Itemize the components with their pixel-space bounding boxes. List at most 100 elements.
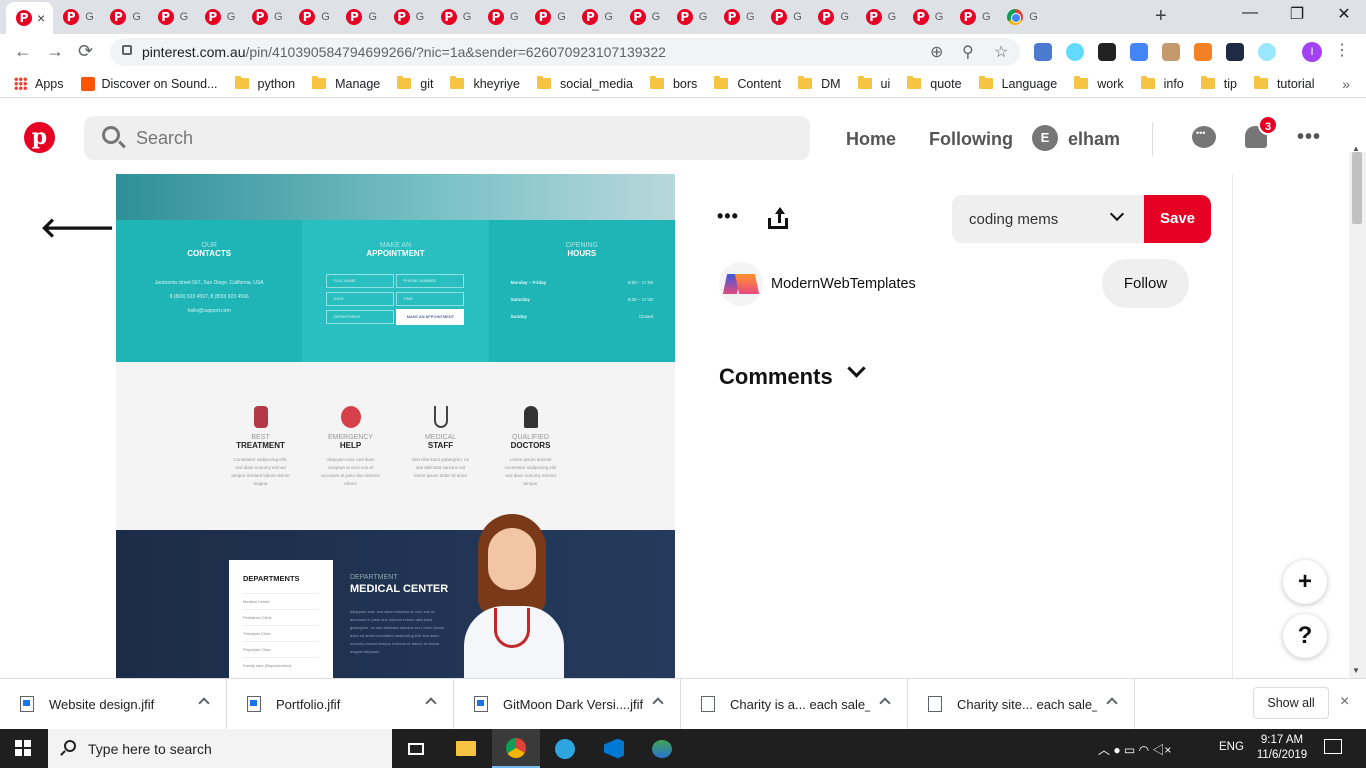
creator-avatar[interactable] bbox=[719, 262, 763, 306]
share-icon[interactable] bbox=[767, 207, 789, 231]
bookmark-item[interactable]: tip bbox=[1200, 76, 1237, 91]
pinterest-search-bar[interactable] bbox=[84, 116, 810, 160]
bookmark-item[interactable]: kheyriye bbox=[450, 76, 520, 91]
windows-start-icon[interactable] bbox=[15, 740, 31, 756]
bookmark-item[interactable]: Manage bbox=[312, 76, 380, 91]
tab-close-icon[interactable]: × bbox=[37, 10, 45, 26]
bookmark-star-icon[interactable]: ☆ bbox=[994, 42, 1008, 62]
bookmark-item[interactable]: Content bbox=[714, 76, 781, 91]
reload-icon[interactable]: ⟳ bbox=[78, 41, 93, 62]
pin-image[interactable]: OUR CONTACTS Jacksonia street 567, San D… bbox=[116, 174, 675, 678]
forward-arrow-icon[interactable]: → bbox=[46, 41, 64, 62]
notification-center-icon[interactable] bbox=[1324, 739, 1342, 754]
bookmark-item[interactable]: ui bbox=[857, 76, 890, 91]
tab[interactable]: PG bbox=[572, 5, 619, 29]
telegram-icon[interactable] bbox=[541, 729, 589, 768]
user-name[interactable]: elham bbox=[1068, 129, 1120, 150]
file-explorer-icon[interactable] bbox=[442, 729, 490, 768]
close-icon[interactable]: × bbox=[1340, 693, 1349, 711]
creator-name[interactable]: ModernWebTemplates bbox=[771, 276, 916, 292]
tab[interactable]: PG bbox=[336, 5, 383, 29]
chevron-up-icon[interactable] bbox=[425, 697, 437, 709]
board-select-dropdown[interactable]: coding mems bbox=[952, 195, 1146, 243]
download-item[interactable]: Charity site... each sale_ bbox=[908, 679, 1135, 729]
tab[interactable]: PG bbox=[808, 5, 855, 29]
tab[interactable]: PG bbox=[431, 5, 478, 29]
react-devtools-icon[interactable] bbox=[1066, 43, 1084, 61]
scroll-down-arrow-icon[interactable]: ▼ bbox=[1352, 666, 1360, 675]
nav-home[interactable]: Home bbox=[846, 129, 896, 150]
input-language[interactable]: ENG bbox=[1219, 741, 1244, 753]
bookmark-item[interactable]: work bbox=[1074, 76, 1124, 91]
tab[interactable]: PG bbox=[53, 5, 100, 29]
bookmark-item[interactable]: DM bbox=[798, 76, 841, 91]
tab[interactable]: PG bbox=[289, 5, 336, 29]
add-pin-button[interactable]: + bbox=[1283, 560, 1327, 604]
clock[interactable]: 9:17 AM 11/6/2019 bbox=[1250, 733, 1314, 763]
download-item[interactable]: Charity is a... each sale_ bbox=[681, 679, 908, 729]
tab[interactable]: PG bbox=[242, 5, 289, 29]
tab[interactable]: PG bbox=[525, 5, 572, 29]
bookmark-item[interactable]: python bbox=[234, 76, 295, 91]
page-scrollbar[interactable] bbox=[1349, 152, 1366, 678]
download-item[interactable]: GitMoon Dark Versi....jfif bbox=[454, 679, 681, 729]
tab[interactable]: PG bbox=[100, 5, 147, 29]
vscode-icon[interactable] bbox=[590, 729, 638, 768]
react-icon[interactable] bbox=[1258, 43, 1276, 61]
taskbar-search[interactable]: Type here to search bbox=[48, 729, 392, 768]
extension-dark-icon[interactable] bbox=[1226, 43, 1244, 61]
scrollbar-thumb[interactable] bbox=[1352, 152, 1362, 224]
download-item[interactable]: Website design.jfif bbox=[0, 679, 227, 729]
bookmark-item[interactable]: info bbox=[1140, 76, 1184, 91]
chevron-up-icon[interactable] bbox=[652, 697, 664, 709]
bookmark-item[interactable]: Apps bbox=[14, 77, 64, 91]
profile-avatar[interactable]: I bbox=[1302, 42, 1322, 62]
chevron-up-icon[interactable] bbox=[198, 697, 210, 709]
translate-icon[interactable] bbox=[1130, 43, 1148, 61]
tab[interactable]: G bbox=[997, 5, 1044, 29]
pin-more-icon[interactable]: ••• bbox=[717, 206, 739, 227]
tab[interactable]: PG bbox=[714, 5, 761, 29]
pinterest-logo-icon[interactable]: p bbox=[24, 122, 55, 153]
bookmarks-more-icon[interactable]: » bbox=[1342, 76, 1350, 92]
new-tab-icon[interactable]: + bbox=[1155, 5, 1167, 28]
messages-icon[interactable] bbox=[1192, 126, 1216, 148]
header-more-icon[interactable]: ••• bbox=[1297, 126, 1321, 149]
zoom-icon[interactable]: ⚲ bbox=[962, 42, 974, 62]
tab[interactable]: PG bbox=[384, 5, 431, 29]
address-bar[interactable]: pinterest.com.au/pin/410390584794699266/… bbox=[110, 38, 1020, 66]
tab[interactable]: PG bbox=[856, 5, 903, 29]
extension-box-icon[interactable] bbox=[1162, 43, 1180, 61]
save-button[interactable]: Save bbox=[1144, 195, 1211, 243]
add-icon[interactable]: ⊕ bbox=[930, 42, 943, 62]
bookmark-item[interactable]: quote bbox=[907, 76, 962, 91]
tab[interactable]: PG bbox=[478, 5, 525, 29]
bookmark-item[interactable]: git bbox=[397, 76, 433, 91]
back-arrow-icon[interactable]: ← bbox=[14, 41, 32, 62]
bookmark-item[interactable]: tutorial bbox=[1253, 76, 1314, 91]
chevron-up-icon[interactable] bbox=[879, 697, 891, 709]
show-all-button[interactable]: Show all bbox=[1253, 687, 1329, 719]
tab[interactable]: PG bbox=[950, 5, 997, 29]
app-globe-icon[interactable] bbox=[638, 729, 686, 768]
bookmark-item[interactable]: bors bbox=[649, 76, 697, 91]
tab[interactable]: PG bbox=[148, 5, 195, 29]
tab[interactable]: PG bbox=[195, 5, 242, 29]
maximize-icon[interactable]: ❐ bbox=[1287, 4, 1307, 24]
extension-ro-icon[interactable] bbox=[1098, 43, 1116, 61]
bookmark-item[interactable]: Discover on Sound... bbox=[80, 76, 218, 91]
help-button[interactable]: ? bbox=[1283, 614, 1327, 658]
tab[interactable]: PG bbox=[761, 5, 808, 29]
browser-menu-icon[interactable]: ⋮ bbox=[1334, 40, 1350, 60]
download-item[interactable]: Portfolio.jfif bbox=[227, 679, 454, 729]
follow-button[interactable]: Follow bbox=[1102, 259, 1189, 308]
tab[interactable]: PG bbox=[903, 5, 950, 29]
bookmark-item[interactable]: social_media bbox=[537, 76, 633, 91]
comments-heading[interactable]: Comments bbox=[719, 364, 833, 390]
chrome-taskbar-icon[interactable] bbox=[492, 729, 540, 768]
task-view-icon[interactable] bbox=[392, 729, 440, 768]
comments-chevron-down-icon[interactable] bbox=[847, 359, 866, 378]
tab[interactable]: PG bbox=[667, 5, 714, 29]
tab[interactable]: PG bbox=[620, 5, 667, 29]
bookmark-item[interactable]: Language bbox=[978, 76, 1057, 91]
